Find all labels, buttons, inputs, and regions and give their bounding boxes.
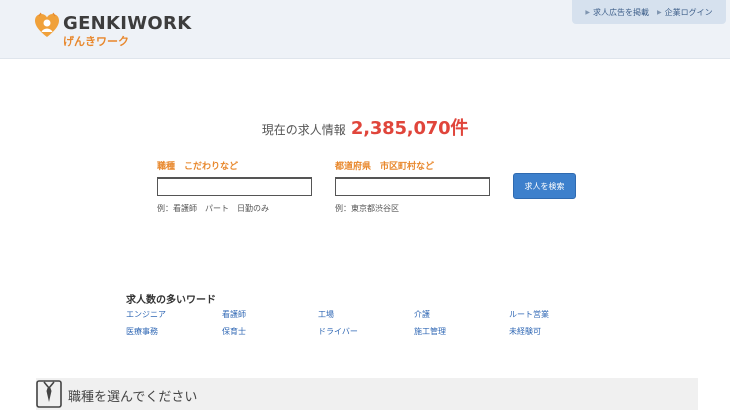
popular-word-link[interactable]: 看護師	[222, 309, 246, 320]
location-example: 例：東京都渋谷区	[335, 204, 399, 213]
triangle-right-icon: ▶	[657, 8, 662, 16]
popular-word-link[interactable]: 未経験可	[509, 326, 541, 337]
job-count-value: 2,385,070件	[350, 118, 469, 139]
keyword-example: 例：看護師 パート 日勤のみ	[157, 204, 269, 213]
popular-word-link[interactable]: 介護	[414, 309, 430, 320]
popular-word-link[interactable]: 医療事務	[126, 326, 158, 337]
heart-logo-icon	[35, 12, 59, 37]
popular-word-link[interactable]: 施工管理	[414, 326, 446, 337]
popular-word-link[interactable]: ドライバー	[318, 326, 358, 337]
keyword-input[interactable]	[157, 177, 312, 196]
job-category-title: 職種を選んでください	[68, 390, 198, 405]
location-field-label: 都道府県 市区町村など	[335, 162, 435, 172]
post-job-ad-link[interactable]: ▶ 求人広告を掲載	[585, 7, 649, 18]
job-category-section-header: 職種を選んでください	[36, 378, 698, 410]
popular-words-title: 求人数の多いワード	[126, 295, 216, 306]
search-jobs-button[interactable]: 求人を検索	[513, 173, 576, 199]
popular-word-link[interactable]: ルート営業	[509, 309, 549, 320]
keyword-field-label: 職種 こだわりなど	[157, 162, 239, 172]
job-count: 現在の求人情報 2,385,070件	[0, 114, 730, 140]
company-login-link[interactable]: ▶ 企業ログイン	[657, 7, 713, 18]
business-person-icon	[36, 380, 62, 408]
header-link-bar: ▶ 求人広告を掲載 ▶ 企業ログイン	[572, 0, 726, 24]
company-login-label: 企業ログイン	[664, 7, 713, 17]
popular-word-link[interactable]: 保育士	[222, 326, 246, 337]
site-header: GENKIWORK げんきワーク ▶ 求人広告を掲載 ▶ 企業ログイン	[0, 0, 730, 59]
triangle-right-icon: ▶	[585, 8, 590, 16]
logo-english-text: GENKIWORK	[63, 13, 192, 34]
logo-japanese-text: げんきワーク	[63, 35, 129, 48]
location-input[interactable]	[335, 177, 490, 196]
post-job-ad-label: 求人広告を掲載	[593, 7, 649, 17]
popular-word-link[interactable]: 工場	[318, 309, 334, 320]
job-count-label: 現在の求人情報	[261, 123, 346, 137]
popular-word-link[interactable]: エンジニア	[126, 309, 166, 320]
